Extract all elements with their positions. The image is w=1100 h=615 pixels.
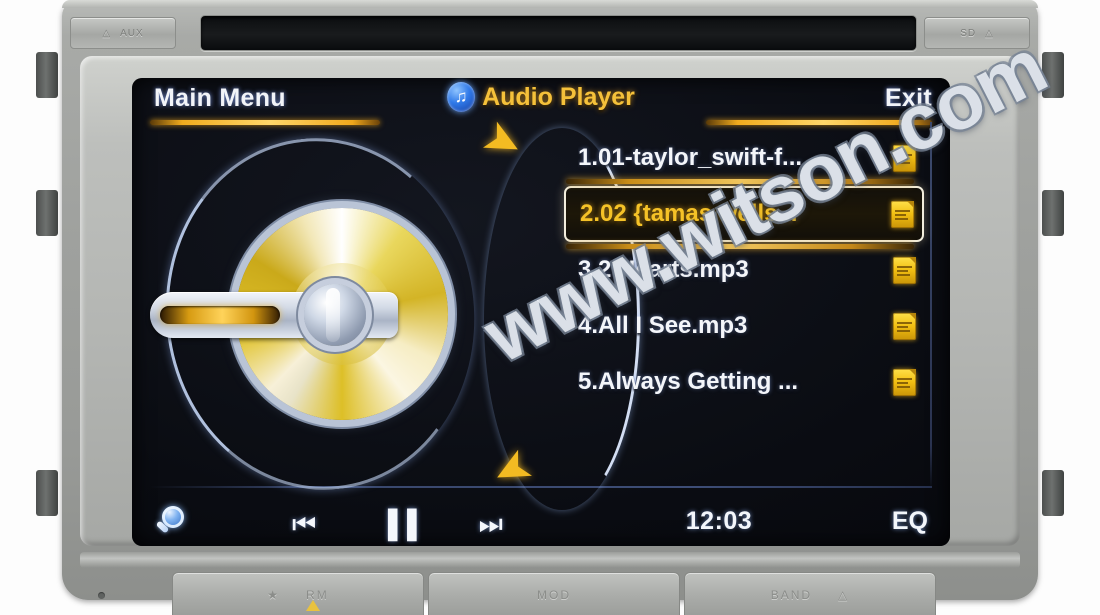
next-track-button[interactable]: ⏭ bbox=[479, 511, 503, 538]
hw-button-band[interactable]: BAND △ bbox=[684, 572, 936, 615]
track-row-1[interactable]: 1.01-taylor_swift-f... bbox=[564, 130, 924, 186]
player-status-bar: ⏮ ▐▐ ⏭ 12:03 EQ bbox=[132, 490, 950, 546]
hw-button-band-label: BAND bbox=[770, 588, 813, 602]
bezel-button-sd-label: SD bbox=[960, 27, 977, 39]
mp3-file-icon bbox=[893, 144, 916, 172]
music-note-icon: ♫ bbox=[447, 82, 476, 112]
screen-title-group: ♫ Audio Player bbox=[447, 82, 635, 112]
page-title: Audio Player bbox=[482, 82, 635, 111]
cd-indicator-slot bbox=[160, 306, 280, 324]
track-row-3[interactable]: 3.2 Hearts.mp3 bbox=[564, 242, 924, 298]
mp3-file-icon bbox=[891, 200, 914, 228]
header-rule-left bbox=[150, 120, 380, 125]
transport-controls: ⏮ ▐▐ ⏭ bbox=[292, 511, 503, 538]
content-panel-border-right bbox=[930, 122, 932, 490]
eq-button[interactable]: EQ bbox=[892, 507, 928, 536]
track-row-2-selected[interactable]: 2.02 {tamas wells... bbox=[564, 179, 924, 249]
screenshot-root: △ AUX SD △ Main Menu ♫ Audio Player Exit bbox=[0, 0, 1100, 615]
mounting-tab-left-mid bbox=[36, 190, 58, 236]
mp3-file-icon bbox=[893, 368, 916, 396]
hw-button-eject-icon: △ bbox=[838, 588, 850, 602]
mp3-file-icon bbox=[893, 256, 916, 284]
mounting-tab-left-bottom bbox=[36, 470, 58, 516]
track-label: 5.Always Getting ... bbox=[578, 368, 799, 395]
amber-indicator bbox=[306, 600, 320, 611]
hw-button-rm[interactable]: ★ RM bbox=[172, 572, 424, 615]
previous-track-button[interactable]: ⏮ bbox=[292, 511, 316, 538]
search-button[interactable] bbox=[155, 506, 186, 536]
cd-spindle-hub bbox=[304, 284, 366, 346]
clock: 12:03 bbox=[685, 507, 753, 535]
track-row-4[interactable]: 4.All I See.mp3 bbox=[564, 298, 924, 354]
playlist: 1.01-taylor_swift-f... 2.02 {tamas wells… bbox=[564, 130, 924, 410]
mounting-tab-right-bottom bbox=[1042, 470, 1064, 516]
hw-button-mod[interactable]: MOD bbox=[428, 572, 680, 615]
track-label: 2.02 {tamas wells... bbox=[580, 200, 798, 227]
cd-graphic bbox=[142, 122, 492, 506]
track-label: 3.2 Hearts.mp3 bbox=[578, 256, 749, 283]
lower-rail bbox=[80, 552, 1020, 568]
hw-button-mod-label: MOD bbox=[537, 588, 571, 602]
head-unit-top-edge bbox=[62, 0, 1038, 8]
main-menu-button[interactable]: Main Menu bbox=[154, 84, 286, 113]
lcd-screen: Main Menu ♫ Audio Player Exit ➤ ➤ 1.01-t… bbox=[132, 78, 950, 546]
bezel-button-aux[interactable]: △ AUX bbox=[70, 17, 176, 49]
exit-button[interactable]: Exit bbox=[885, 84, 932, 113]
mounting-tab-right-top bbox=[1042, 52, 1064, 98]
screen-header: Main Menu ♫ Audio Player Exit bbox=[132, 78, 950, 130]
mounting-tab-left-top bbox=[36, 52, 58, 98]
track-row-5[interactable]: 5.Always Getting ... bbox=[564, 354, 924, 410]
eject-icon: △ bbox=[102, 27, 112, 39]
header-rule-right bbox=[706, 120, 932, 125]
reset-pinhole[interactable] bbox=[98, 592, 105, 599]
mp3-file-icon bbox=[893, 312, 916, 340]
cd-slot[interactable] bbox=[200, 15, 917, 51]
hw-button-rm-icon: ★ bbox=[267, 588, 281, 602]
pause-button[interactable]: ▐▐ bbox=[378, 511, 416, 538]
track-label: 1.01-taylor_swift-f... bbox=[578, 144, 803, 171]
selection-glow-top bbox=[566, 179, 914, 184]
bezel-button-aux-label: AUX bbox=[120, 27, 144, 39]
bezel-button-sd[interactable]: SD △ bbox=[924, 17, 1030, 49]
mounting-tab-right-mid bbox=[1042, 190, 1064, 236]
track-label: 4.All I See.mp3 bbox=[578, 312, 748, 339]
eject-icon-2: △ bbox=[985, 27, 994, 39]
